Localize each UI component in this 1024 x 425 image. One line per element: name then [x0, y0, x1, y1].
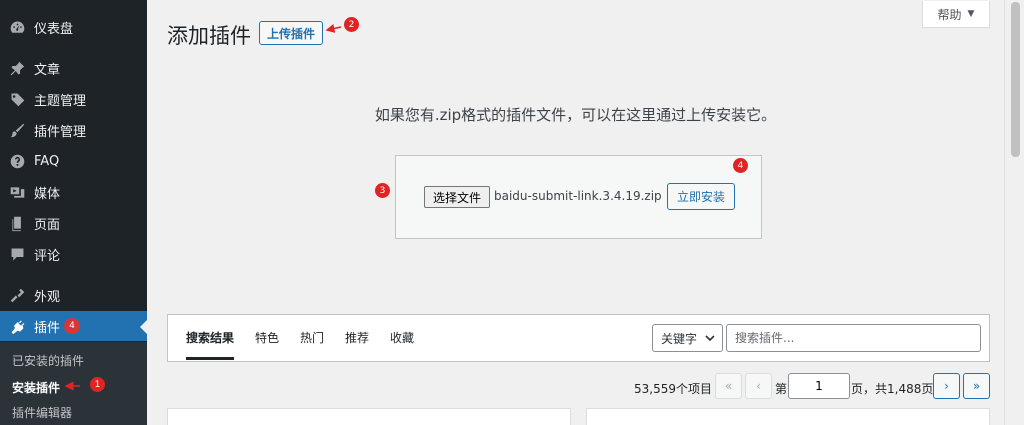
annotation-badge-1: 1 [90, 377, 105, 392]
search-type-value: 关键字 [661, 331, 698, 346]
active-menu-arrow [140, 319, 148, 335]
brush-icon [0, 122, 34, 139]
help-button-label: 帮助 [937, 7, 962, 22]
annotation-badge-4: 4 [733, 158, 748, 173]
help-button[interactable]: 帮助 ▼ [922, 1, 990, 28]
tag-icon [0, 91, 34, 108]
page-label-suffix: 页，共1,488页 [851, 382, 934, 396]
page-scrollbar[interactable] [1004, 0, 1024, 425]
annotation-arrow-2 [325, 24, 342, 33]
sidebar-item-posts[interactable]: 文章 [0, 53, 147, 83]
page-title: 添加插件 [167, 24, 251, 48]
help-circle-icon [0, 153, 34, 170]
scrollbar-thumb[interactable] [1011, 2, 1020, 157]
submenu-item-installed-plugins[interactable]: 已安装的插件 [12, 352, 84, 369]
sidebar-item-label: 媒体 [34, 186, 61, 202]
annotation-badge-2: 2 [344, 17, 359, 32]
sidebar-item-label: 文章 [34, 62, 61, 78]
admin-sidebar: 仪表盘 文章 主题管理 插件管理 FAQ 媒体 页面 评论 外观 插件 4 已安… [0, 0, 148, 425]
appearance-icon [0, 287, 34, 304]
sidebar-item-themes[interactable]: 主题管理 [0, 84, 147, 114]
chevron-down-icon [705, 335, 715, 342]
next-page-button[interactable]: › [933, 373, 960, 399]
install-now-button[interactable]: 立即安装 [667, 183, 735, 210]
page-label-prefix: 第 [775, 382, 788, 396]
prev-page-button: ‹ [745, 373, 772, 399]
upload-plugin-button[interactable]: 上传插件 [259, 21, 323, 45]
active-tab-indicator [186, 357, 234, 360]
sidebar-item-plugins[interactable]: 插件 4 [0, 311, 148, 341]
sidebar-item-label: FAQ [34, 153, 60, 169]
plugins-icon [0, 318, 34, 335]
upload-description: 如果您有.zip格式的插件文件，可以在这里通过上传安装它。 [374, 106, 777, 124]
pin-icon [0, 60, 34, 77]
sidebar-item-label: 仪表盘 [34, 21, 74, 37]
search-plugins-input[interactable] [726, 324, 981, 352]
plugin-filter-bar: 搜索结果 特色 热门 推荐 收藏 关键字 [167, 314, 990, 362]
sidebar-item-label: 页面 [34, 217, 61, 233]
dashboard-icon [0, 19, 34, 36]
tab-favorites[interactable]: 收藏 [390, 329, 414, 346]
sidebar-item-label: 评论 [34, 248, 61, 264]
sidebar-item-pages[interactable]: 页面 [0, 208, 147, 238]
update-count-badge: 4 [64, 318, 81, 334]
current-page-input[interactable] [788, 373, 850, 399]
plugin-card [586, 408, 990, 425]
search-type-select[interactable]: 关键字 [652, 324, 723, 352]
plugins-submenu: 已安装的插件 安装插件 插件编辑器 [0, 342, 147, 425]
sidebar-item-media[interactable]: 媒体 [0, 177, 147, 207]
last-page-button[interactable]: » [963, 373, 990, 399]
media-icon [0, 184, 34, 201]
sidebar-item-label: 插件 [34, 320, 61, 336]
choose-file-button[interactable]: 选择文件 [424, 186, 490, 208]
sidebar-item-faq[interactable]: FAQ [0, 146, 147, 176]
sidebar-item-label: 插件管理 [34, 124, 87, 140]
submenu-item-add-plugins[interactable]: 安装插件 [12, 379, 60, 396]
items-count: 53,559个项目 [634, 382, 712, 396]
tab-featured[interactable]: 特色 [255, 329, 279, 346]
tab-recommended[interactable]: 推荐 [345, 329, 369, 346]
sidebar-item-comments[interactable]: 评论 [0, 239, 147, 269]
page-icon [0, 215, 34, 232]
sidebar-item-label: 主题管理 [34, 93, 87, 109]
sidebar-item-plugin-manager[interactable]: 插件管理 [0, 115, 147, 145]
submenu-item-plugin-editor[interactable]: 插件编辑器 [12, 404, 72, 421]
selected-file-name: baidu-submit-link.3.4.19.zip [494, 189, 662, 203]
comment-icon [0, 246, 34, 263]
sidebar-item-appearance[interactable]: 外观 [0, 280, 147, 310]
tab-popular[interactable]: 热门 [300, 329, 324, 346]
plugin-card [167, 408, 571, 425]
first-page-button: « [715, 373, 742, 399]
caret-down-icon: ▼ [967, 9, 975, 19]
sidebar-item-label: 外观 [34, 289, 61, 305]
sidebar-item-dashboard[interactable]: 仪表盘 [0, 12, 147, 42]
annotation-badge-3: 3 [375, 183, 390, 198]
tab-search-results[interactable]: 搜索结果 [186, 329, 234, 346]
